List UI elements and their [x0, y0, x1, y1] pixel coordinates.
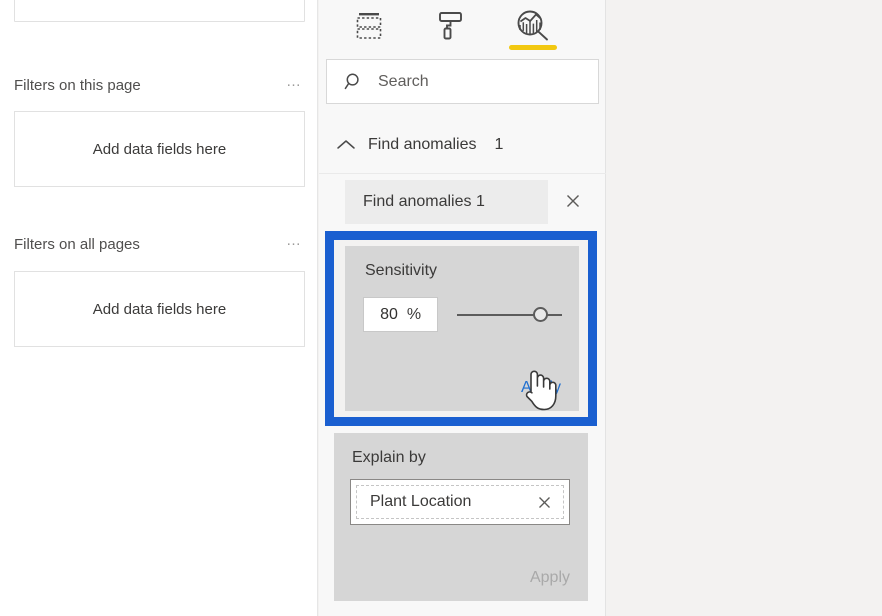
find-anomalies-item-row: Find anomalies 1: [319, 180, 606, 224]
filter-dropzone-this-page[interactable]: Add data fields here: [14, 111, 305, 187]
pane-tab-strip: [319, 0, 605, 54]
filters-pane: Add data fields here Filters on this pag…: [0, 0, 318, 616]
explain-by-apply-link: Apply: [529, 569, 570, 586]
power-bi-analytics-screen: Add data fields here Filters on this pag…: [0, 0, 882, 616]
sensitivity-apply-link[interactable]: Apply: [521, 379, 561, 397]
find-anomalies-accordion-count: 1: [494, 135, 504, 153]
tab-format-underline: [427, 45, 475, 50]
filters-on-this-page-header: Filters on this page …: [14, 74, 305, 95]
find-anomalies-accordion-title: Find anomalies: [368, 135, 477, 153]
close-icon: [567, 195, 579, 207]
build-visual-icon: [356, 13, 382, 39]
search-placeholder: Search: [378, 72, 429, 90]
filter-dropzone-all-pages-label: Add data fields here: [92, 300, 227, 318]
find-anomalies-item-label: Find anomalies 1: [363, 193, 485, 210]
sensitivity-input[interactable]: 80 %: [363, 297, 439, 332]
tab-build-visual[interactable]: [341, 0, 397, 52]
sensitivity-unit: %: [406, 305, 422, 323]
filter-dropzone-all-pages[interactable]: Add data fields here: [14, 271, 305, 347]
sensitivity-slider[interactable]: [457, 305, 563, 325]
tab-build-visual-underline: [345, 45, 393, 50]
sensitivity-label: Sensitivity: [365, 262, 438, 279]
explain-by-label: Explain by: [352, 449, 426, 466]
sensitivity-slider-thumb[interactable]: [533, 306, 549, 322]
explain-by-field-well[interactable]: Plant Location: [350, 479, 570, 525]
find-anomalies-item[interactable]: Find anomalies 1: [345, 180, 548, 224]
analytics-icon: [517, 10, 548, 41]
filter-dropzone-this-page-label: Add data fields here: [92, 140, 227, 158]
tab-format[interactable]: [423, 0, 479, 52]
search-input[interactable]: Search: [326, 59, 599, 104]
report-canvas-area[interactable]: [606, 0, 882, 616]
close-icon: [538, 496, 550, 508]
explain-by-field-remove-icon[interactable]: [533, 491, 555, 513]
sensitivity-value: 80: [380, 305, 398, 323]
sensitivity-card: Sensitivity 80 % Apply: [345, 246, 579, 411]
find-anomalies-accordion-header[interactable]: Find anomalies 1: [319, 116, 606, 174]
filters-on-this-page-title: Filters on this page: [14, 76, 141, 94]
search-icon: [344, 73, 359, 89]
filters-on-all-pages-more-icon[interactable]: …: [284, 233, 305, 252]
filters-on-all-pages-title: Filters on all pages: [14, 235, 140, 253]
tab-analytics-underline: [509, 45, 557, 50]
filters-on-all-pages-header: Filters on all pages …: [14, 233, 305, 254]
filter-dropzone-cut[interactable]: Add data fields here: [14, 0, 305, 22]
find-anomalies-item-close-icon[interactable]: [559, 187, 587, 215]
filters-on-this-page-more-icon[interactable]: …: [284, 74, 305, 93]
chevron-up-icon: [337, 139, 355, 149]
explain-by-card: Explain by Plant Location Apply: [334, 433, 588, 601]
sensitivity-control-row: 80 %: [363, 297, 563, 332]
tab-analytics[interactable]: [505, 0, 561, 52]
paint-roller-icon: [439, 12, 462, 40]
explain-by-field-chip[interactable]: Plant Location: [356, 485, 564, 519]
explain-by-field-label: Plant Location: [370, 493, 472, 510]
